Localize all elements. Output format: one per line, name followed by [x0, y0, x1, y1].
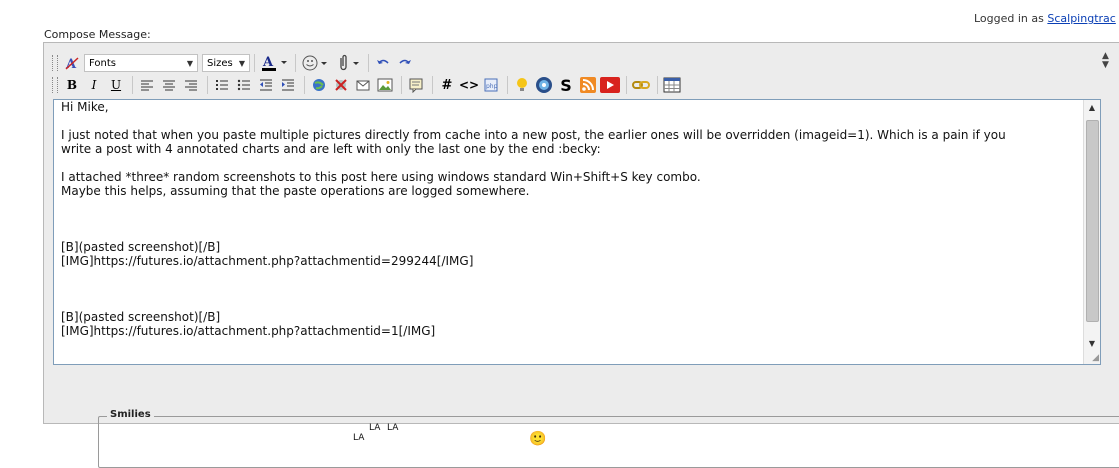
editor-panel: A Fonts ▼ Sizes ▼ A B I — [43, 42, 1119, 468]
toolbar-row-2: B I U # <> php S — [52, 73, 684, 97]
toolbar-separator — [368, 54, 369, 72]
editor-scrollbar[interactable]: ▲ ▼ — [1083, 100, 1100, 364]
youtube-icon[interactable] — [600, 75, 620, 95]
editor-line: I attached *three* random screenshots to… — [61, 170, 701, 184]
toolbar-separator — [657, 76, 658, 94]
align-center-icon[interactable] — [159, 75, 179, 95]
resize-handle-icon[interactable]: ◢ — [1092, 353, 1099, 363]
logged-in-prefix: Logged in as — [974, 12, 1044, 25]
align-right-icon[interactable] — [181, 75, 201, 95]
code-icon[interactable]: <> — [459, 75, 479, 95]
unordered-list-icon[interactable] — [234, 75, 254, 95]
toolbar-separator — [304, 76, 305, 94]
outdent-icon[interactable] — [256, 75, 276, 95]
editor-line: [IMG]https://futures.io/attachment.php?a… — [61, 324, 436, 338]
align-left-icon[interactable] — [137, 75, 157, 95]
remove-link-icon[interactable] — [331, 75, 351, 95]
lala-smilie-text[interactable]: LA — [387, 423, 398, 433]
hashtag-icon[interactable]: # — [437, 75, 457, 95]
ordered-list-icon[interactable] — [212, 75, 232, 95]
toolbar-separator — [254, 54, 255, 72]
toolbar-separator — [401, 76, 402, 94]
message-editor[interactable]: Hi Mike, I just noted that when you past… — [53, 99, 1101, 365]
lightbulb-icon[interactable] — [512, 75, 532, 95]
scroll-down-icon[interactable]: ▼ — [1084, 336, 1100, 352]
toolbar-separator — [626, 76, 627, 94]
lala-smilie-text[interactable]: LA — [369, 423, 380, 433]
rss-feed-icon[interactable] — [578, 75, 598, 95]
insert-table-icon[interactable] — [662, 75, 682, 95]
attachment-button[interactable] — [332, 53, 362, 73]
smilies-box: Smilies LA LA LA 🙂 — [98, 409, 1119, 468]
toolbar-grip — [52, 77, 58, 93]
svg-text:php: php — [486, 83, 498, 90]
scroll-thumb[interactable] — [1086, 120, 1099, 322]
scroll-up-icon[interactable]: ▲ — [1084, 100, 1100, 116]
editor-line: [IMG]https://futures.io/attachment.php?a… — [61, 254, 474, 268]
insert-image-icon[interactable] — [375, 75, 395, 95]
quote-icon[interactable] — [406, 75, 426, 95]
svg-text:A: A — [262, 55, 274, 70]
redo-icon[interactable] — [395, 53, 415, 73]
insert-link-icon[interactable] — [309, 75, 329, 95]
toolbar-separator — [207, 76, 208, 94]
username-link[interactable]: Scalpingtrac — [1047, 12, 1115, 25]
logged-in-status: Logged in as Scalpingtrac — [974, 12, 1116, 25]
editor-size-arrows-icon[interactable]: ▲ ▼ — [1102, 52, 1109, 70]
font-select-value: Fonts — [89, 57, 116, 69]
font-select[interactable]: Fonts ▼ — [84, 54, 198, 72]
bold-button[interactable]: B — [62, 75, 82, 95]
insert-email-icon[interactable] — [353, 75, 373, 95]
toolbar-separator — [132, 76, 133, 94]
smilies-label: Smilies — [107, 409, 154, 420]
toolbar-separator — [432, 76, 433, 94]
toolbar-separator — [507, 76, 508, 94]
message-textarea[interactable]: Hi Mike, I just noted that when you past… — [54, 100, 1084, 364]
text-color-button[interactable]: A — [259, 53, 289, 73]
size-select[interactable]: Sizes ▼ — [202, 54, 250, 72]
italic-button[interactable]: I — [84, 75, 104, 95]
remove-format-icon[interactable]: A — [62, 53, 82, 73]
editor-line: Maybe this helps, assuming that the past… — [61, 184, 530, 198]
editor-line: Hi Mike, — [61, 100, 109, 114]
php-code-icon[interactable]: php — [481, 75, 501, 95]
toolbar-grip — [52, 55, 58, 71]
toolbar-row-1: A Fonts ▼ Sizes ▼ A — [52, 51, 417, 75]
editor-line: I just noted that when you paste multipl… — [61, 128, 1006, 142]
lala-smilie-text[interactable]: LA — [353, 433, 364, 443]
editor-line: [B](pasted screenshot)[/B] — [61, 240, 221, 254]
indent-icon[interactable] — [278, 75, 298, 95]
editor-line: [B](pasted screenshot)[/B] — [61, 310, 221, 324]
insert-smilie-button[interactable] — [300, 53, 330, 73]
underline-button[interactable]: U — [106, 75, 126, 95]
compose-label: Compose Message: — [44, 28, 151, 41]
toolbar-separator — [295, 54, 296, 72]
chain-link-icon[interactable] — [631, 75, 651, 95]
editor-line: write a post with 4 annotated charts and… — [61, 142, 601, 156]
smilie-icon[interactable]: 🙂 — [529, 431, 546, 447]
media-disc-icon[interactable] — [534, 75, 554, 95]
strike-icon[interactable]: S — [556, 75, 576, 95]
chevron-down-icon: ▼ — [238, 58, 245, 68]
undo-icon[interactable] — [373, 53, 393, 73]
size-select-value: Sizes — [207, 57, 233, 69]
chevron-down-icon: ▼ — [186, 58, 193, 68]
